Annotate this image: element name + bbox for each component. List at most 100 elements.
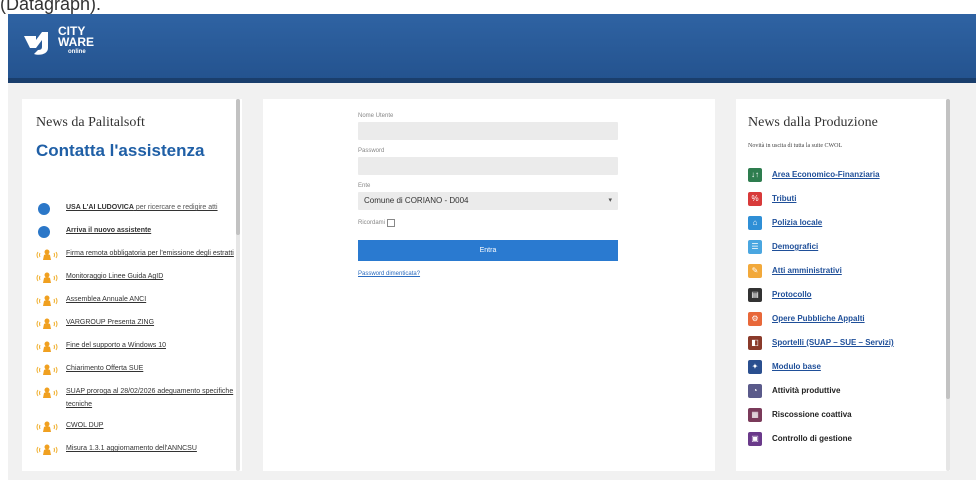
app-header: CITY WARE online bbox=[8, 14, 976, 83]
product-label[interactable]: Area Economico-Finanziaria bbox=[772, 170, 880, 179]
news-item-text: CWOL DUP bbox=[66, 422, 104, 429]
product-label[interactable]: Sportelli (SUAP – SUE – Servizi) bbox=[772, 338, 894, 347]
ente-select[interactable]: Comune di CORIANO - D004 ▾ bbox=[358, 192, 618, 210]
product-icon: % bbox=[748, 191, 762, 206]
news-item-text: Monitoraggio Linee Guida AgID bbox=[66, 273, 164, 280]
login-panel: Nome Utente Password Ente Comune di CORI… bbox=[263, 99, 715, 471]
news-item[interactable]: Fine del supporto a Windows 10 bbox=[36, 339, 236, 354]
news-item[interactable]: Monitoraggio Linee Guida AgID bbox=[36, 270, 236, 285]
bell-icon bbox=[36, 386, 58, 400]
product-icon: ◧ bbox=[748, 335, 762, 350]
product-item[interactable]: ▤ Protocollo bbox=[748, 285, 948, 304]
product-item[interactable]: ⚙ Opere Pubbliche Appalti bbox=[748, 309, 948, 328]
left-panel-scroll-thumb[interactable] bbox=[236, 99, 240, 235]
logo-line-online: online bbox=[68, 49, 86, 55]
bell-icon bbox=[36, 340, 58, 354]
news-produzione-subtitle: Novità in uscita di tutta la suite CWOL bbox=[748, 143, 843, 149]
news-item-text: Chiarimento Offerta SUE bbox=[66, 365, 144, 372]
product-label[interactable]: Opere Pubbliche Appalti bbox=[772, 314, 865, 323]
product-label[interactable]: Controllo di gestione bbox=[772, 434, 852, 443]
bell-icon bbox=[36, 317, 58, 331]
news-item-text: Assemblea Annuale ANCI bbox=[66, 296, 147, 303]
product-item[interactable]: ✦ Modulo base bbox=[748, 357, 948, 376]
bell-icon bbox=[36, 271, 58, 285]
enter-button[interactable]: Entra bbox=[358, 240, 618, 261]
product-item[interactable]: ⌂ Polizia locale bbox=[748, 213, 948, 232]
news-item[interactable]: Firma remota obbligatoria per l'emission… bbox=[36, 247, 236, 262]
product-item[interactable]: ↓↑ Area Economico-Finanziaria bbox=[748, 165, 948, 184]
product-label[interactable]: Atti amministrativi bbox=[772, 266, 842, 275]
username-input[interactable] bbox=[358, 122, 618, 140]
password-input[interactable] bbox=[358, 157, 618, 175]
news-item[interactable]: SUAP proroga al 28/02/2026 adeguamento s… bbox=[36, 385, 236, 411]
news-item-link[interactable]: Arriva il nuovo assistente bbox=[66, 224, 151, 237]
forgot-password-link[interactable]: Password dimenticata? bbox=[358, 271, 618, 277]
news-item-text: Arriva il nuovo assistente bbox=[66, 227, 152, 234]
logo-line-ware: WARE bbox=[58, 35, 94, 49]
ente-select-value: Comune di CORIANO - D004 bbox=[364, 196, 469, 205]
right-panel-scrollbar[interactable] bbox=[946, 99, 950, 471]
product-label[interactable]: Attività produttive bbox=[772, 386, 840, 395]
news-item[interactable]: Misura 1.3.1 aggiornamento dell'ANNCSU bbox=[36, 442, 236, 457]
news-item-link[interactable]: VARGROUP Presenta ZING bbox=[66, 316, 154, 329]
product-icon: ◔ bbox=[748, 383, 762, 398]
product-item[interactable]: ✎ Atti amministrativi bbox=[748, 261, 948, 280]
cityware-logo[interactable]: CITY WARE online bbox=[22, 24, 142, 64]
news-item-link[interactable]: Misura 1.3.1 aggiornamento dell'ANNCSU bbox=[66, 442, 197, 455]
product-label[interactable]: Modulo base bbox=[772, 362, 821, 371]
news-item[interactable]: USA L'AI LUDOVICA per ricercare e redigi… bbox=[36, 201, 236, 216]
news-item-text: Firma remota obbligatoria per l'emission… bbox=[66, 250, 234, 257]
news-item-link[interactable]: Chiarimento Offerta SUE bbox=[66, 362, 143, 375]
password-label: Password bbox=[358, 148, 385, 154]
ente-label: Ente bbox=[358, 183, 371, 189]
news-item-text: Misura 1.3.1 aggiornamento dell'ANNCSU bbox=[66, 445, 197, 452]
news-item-link[interactable]: Assemblea Annuale ANCI bbox=[66, 293, 146, 306]
news-item-link[interactable]: SUAP proroga al 28/02/2026 adeguamento s… bbox=[66, 385, 236, 411]
news-item-link[interactable]: Monitoraggio Linee Guida AgID bbox=[66, 270, 163, 283]
news-item-text: SUAP proroga al 28/02/2026 adeguamento s… bbox=[66, 388, 234, 408]
bell-icon bbox=[36, 443, 58, 457]
username-label: Nome Utente bbox=[358, 113, 394, 119]
news-item[interactable]: Arriva il nuovo assistente bbox=[36, 224, 236, 239]
news-item-link[interactable]: Fine del supporto a Windows 10 bbox=[66, 339, 166, 352]
news-item-link[interactable]: CWOL DUP bbox=[66, 419, 103, 432]
product-icon: ▣ bbox=[748, 431, 762, 446]
remember-me-checkbox[interactable] bbox=[387, 219, 396, 227]
news-item-link[interactable]: USA L'AI LUDOVICA per ricercare e redigi… bbox=[66, 201, 218, 214]
product-label[interactable]: Demografici bbox=[772, 242, 818, 251]
news-item-text: USA L'AI LUDOVICA bbox=[66, 204, 134, 211]
news-list: USA L'AI LUDOVICA per ricercare e redigi… bbox=[36, 201, 236, 465]
bell-icon bbox=[36, 248, 58, 262]
product-item[interactable]: ▦ Riscossione coattiva bbox=[748, 405, 948, 424]
product-item[interactable]: % Tributi bbox=[748, 189, 948, 208]
chevron-down-icon: ▾ bbox=[608, 197, 612, 204]
news-item[interactable]: VARGROUP Presenta ZING bbox=[36, 316, 236, 331]
product-label[interactable]: Riscossione coattiva bbox=[772, 410, 852, 419]
product-label[interactable]: Tributi bbox=[772, 194, 796, 203]
product-icon: ↓↑ bbox=[748, 167, 762, 182]
remember-me[interactable]: Ricordami bbox=[358, 218, 618, 228]
product-list: ↓↑ Area Economico-Finanziaria% Tributi ⌂ Pol… bbox=[748, 165, 948, 453]
product-item[interactable]: ◧ Sportelli (SUAP – SUE – Servizi) bbox=[748, 333, 948, 352]
left-panel-scrollbar[interactable] bbox=[236, 99, 240, 471]
product-icon: ⚙ bbox=[748, 311, 762, 326]
product-label[interactable]: Polizia locale bbox=[772, 218, 822, 227]
product-item[interactable]: ◔ Attività produttive bbox=[748, 381, 948, 400]
blue-badge-icon bbox=[36, 225, 58, 239]
product-item[interactable]: ▣ Controllo di gestione bbox=[748, 429, 948, 448]
product-icon: ✎ bbox=[748, 263, 762, 278]
right-panel-scroll-thumb[interactable] bbox=[946, 99, 950, 399]
product-item[interactable]: ☰ Demografici bbox=[748, 237, 948, 256]
news-item-link[interactable]: Firma remota obbligatoria per l'emission… bbox=[66, 247, 234, 260]
news-palitalsoft-panel: News da Palitalsoft Contatta l'assistenz… bbox=[22, 99, 242, 471]
product-icon: ▤ bbox=[748, 287, 762, 302]
product-icon: ⌂ bbox=[748, 215, 762, 230]
product-label[interactable]: Protocollo bbox=[772, 290, 812, 299]
remember-me-label: Ricordami bbox=[358, 220, 386, 226]
news-palitalsoft-title: News da Palitalsoft bbox=[36, 115, 145, 130]
contact-support-link[interactable]: Contatta l'assistenza bbox=[36, 141, 204, 161]
news-item[interactable]: Assemblea Annuale ANCI bbox=[36, 293, 236, 308]
news-item[interactable]: CWOL DUP bbox=[36, 419, 236, 434]
news-item[interactable]: Chiarimento Offerta SUE bbox=[36, 362, 236, 377]
cityware-logo-icon bbox=[24, 32, 48, 55]
